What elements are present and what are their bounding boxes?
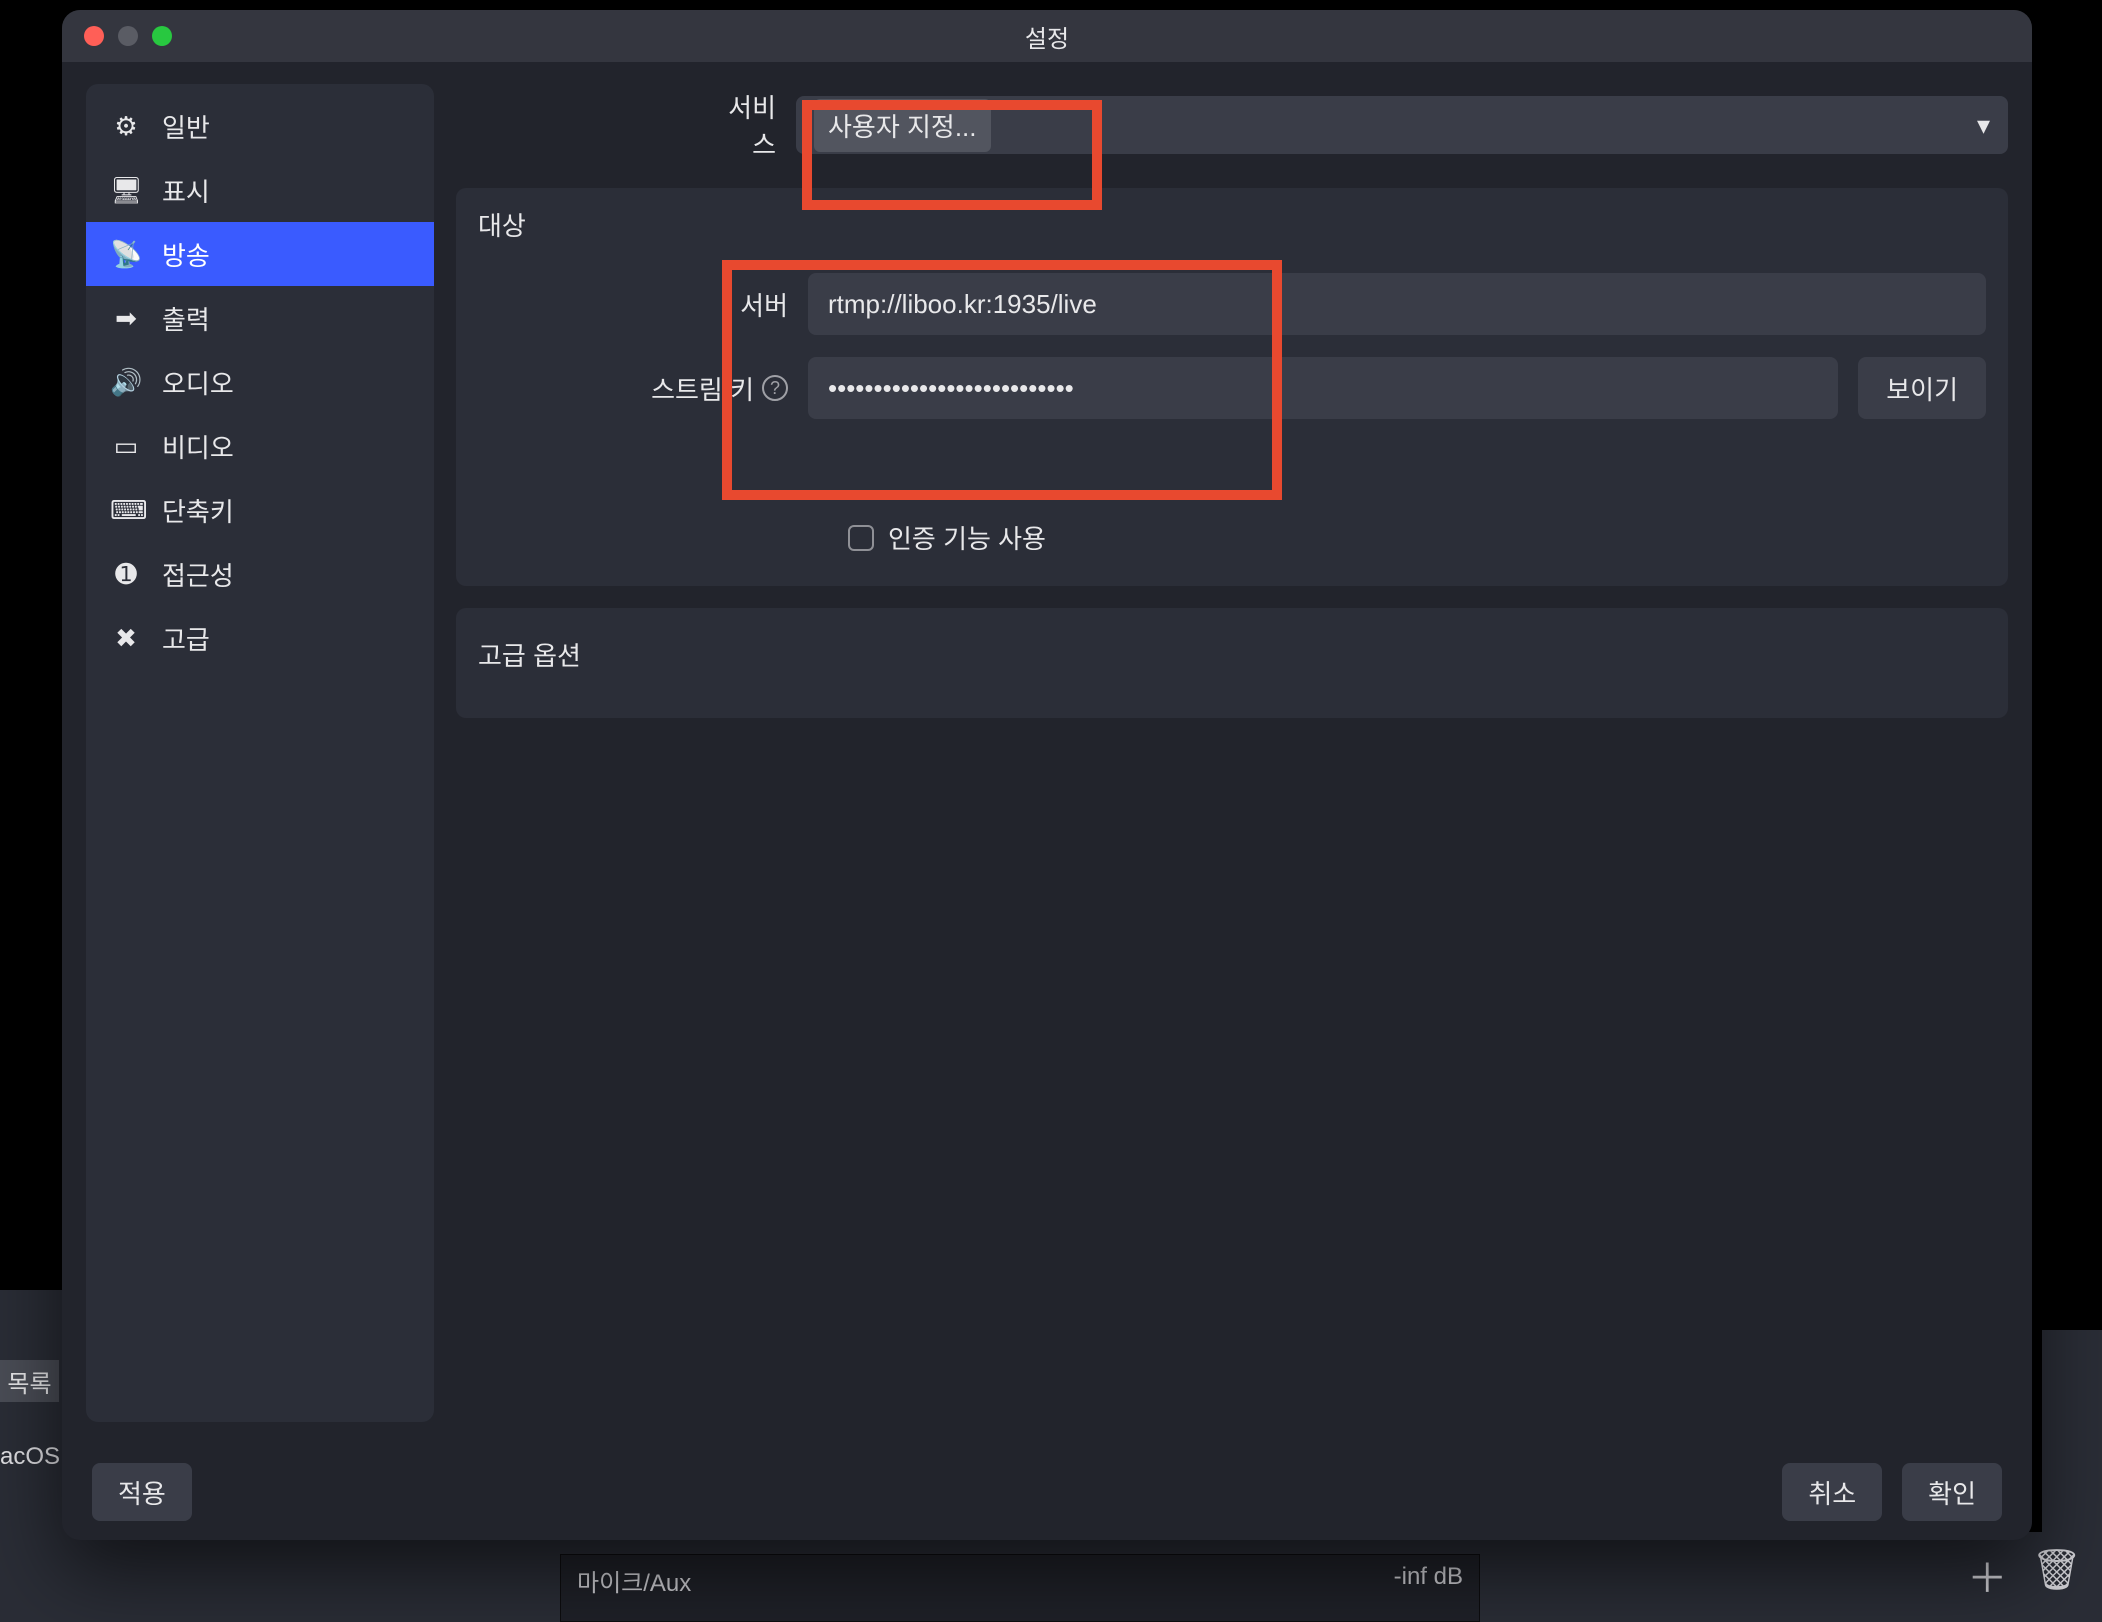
sidebar-item-label: 출력 [162,300,210,337]
sidebar-item-label: 접근성 [162,556,234,593]
gear-icon: ⚙ [110,111,142,142]
close-icon[interactable] [84,26,104,46]
tools-icon: ✖ [110,623,142,654]
window-title: 설정 [1025,19,1069,54]
accessibility-icon: ➊ [110,559,142,590]
audio-mixer-strip: 마이크/Aux -inf dB [560,1554,1480,1622]
sidebar-item-audio[interactable]: 🔊 오디오 [86,350,434,414]
maximize-icon[interactable] [152,26,172,46]
sidebar-item-label: 일반 [162,108,210,145]
streamkey-row: 스트림 키 ? 보이기 [478,357,1986,419]
output-icon: ➡ [110,303,142,334]
section-header: 고급 옵션 [478,636,1986,673]
sidebar-item-label: 비디오 [162,428,234,465]
sidebar-item-accessibility[interactable]: ➊ 접근성 [86,542,434,606]
settings-sidebar: ⚙ 일반 🖥 표시 📡 방송 ➡ 출력 🔊 오디오 ▭ 비디오 [86,84,434,1422]
sidebar-item-stream[interactable]: 📡 방송 [86,222,434,286]
target-section: 대상 서버 스트림 키 ? 보이기 인증 기능 사용 [456,188,2008,586]
chevron-down-icon: ▾ [1977,110,1990,141]
sidebar-item-label: 오디오 [162,364,234,401]
trash-icon[interactable]: 🗑 [2031,1546,2082,1604]
ok-button[interactable]: 확인 [1902,1463,2002,1521]
service-row: 서비스 사용자 지정... ▾ [456,84,2008,166]
mixer-label: 마이크/Aux [577,1563,691,1613]
sidebar-item-display[interactable]: 🖥 표시 [86,158,434,222]
background-side [0,1290,70,1550]
settings-footer: 적용 취소 확인 [62,1444,2032,1540]
streamkey-input[interactable] [808,357,1838,419]
titlebar: 설정 [62,10,2032,62]
streamkey-label-text: 스트림 키 [651,370,754,407]
advanced-section[interactable]: 고급 옵션 [456,608,2008,718]
service-label: 서비스 [716,88,776,162]
sidebar-item-label: 표시 [162,172,210,209]
server-label: 서버 [628,286,788,323]
sidebar-item-label: 방송 [162,236,210,273]
background-right [2042,1330,2102,1550]
sidebar-item-video[interactable]: ▭ 비디오 [86,414,434,478]
show-key-button[interactable]: 보이기 [1858,357,1986,419]
streamkey-label: 스트림 키 ? [628,370,788,407]
keyboard-icon: ⌨ [110,495,142,526]
service-selected: 사용자 지정... [814,99,991,152]
section-header: 대상 [478,206,1986,243]
server-row: 서버 [478,273,1986,335]
mixer-value: -inf dB [1394,1563,1463,1613]
settings-main: 서비스 사용자 지정... ▾ 대상 서버 스트림 키 ? [456,84,2008,1422]
sidebar-item-label: 고급 [162,620,210,657]
monitor-icon: ▭ [110,431,142,462]
bg-side-tab[interactable]: 목록 [0,1360,59,1402]
help-icon[interactable]: ? [762,375,788,401]
service-dropdown[interactable]: 사용자 지정... ▾ [796,96,2008,154]
sidebar-item-label: 단축키 [162,492,234,529]
antenna-icon: 📡 [110,239,142,270]
auth-checkbox[interactable] [848,525,874,551]
speaker-icon: 🔊 [110,367,142,398]
sidebar-item-general[interactable]: ⚙ 일반 [86,94,434,158]
display-icon: 🖥 [110,175,142,206]
bg-icon-tray: ＋ 🗑 [1967,1546,2082,1604]
sidebar-item-output[interactable]: ➡ 출력 [86,286,434,350]
auth-checkbox-row: 인증 기능 사용 [478,519,1986,556]
minimize-icon[interactable] [118,26,138,46]
settings-window: 설정 ⚙ 일반 🖥 표시 📡 방송 ➡ 출력 🔊 오디오 [62,10,2032,1540]
apply-button[interactable]: 적용 [92,1463,192,1521]
auth-checkbox-label: 인증 기능 사용 [888,519,1046,556]
sidebar-item-advanced[interactable]: ✖ 고급 [86,606,434,670]
traffic-lights [84,10,172,62]
plus-icon[interactable]: ＋ [1967,1546,2007,1604]
sidebar-item-hotkeys[interactable]: ⌨ 단축키 [86,478,434,542]
cancel-button[interactable]: 취소 [1782,1463,1882,1521]
server-input[interactable] [808,273,1986,335]
